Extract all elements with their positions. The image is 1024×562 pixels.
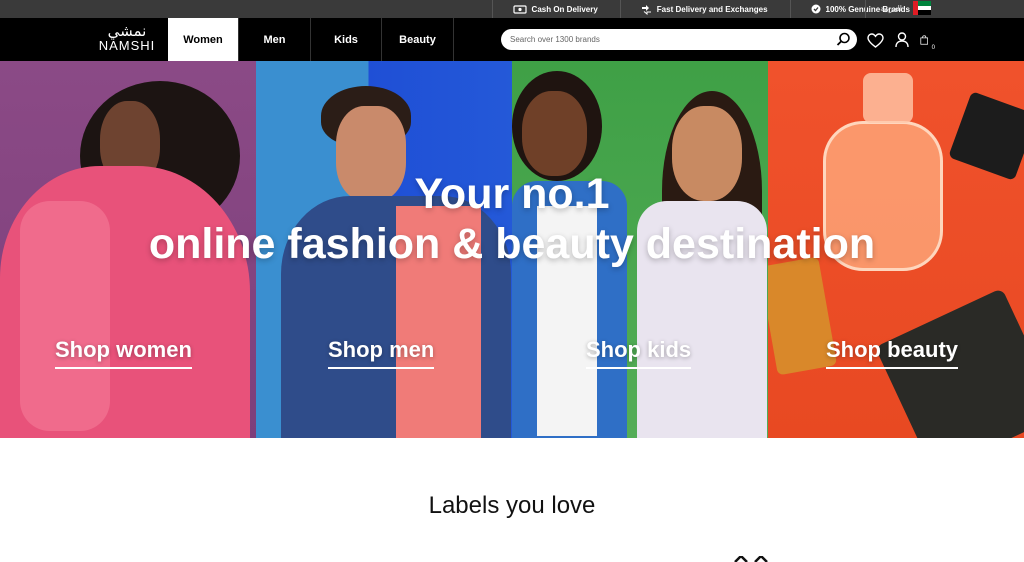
main-header: نمشي NAMSHI Women Men Kids Beauty 0 bbox=[0, 18, 1024, 61]
hero-banner: Your no.1 online fashion & beauty destin… bbox=[0, 61, 1024, 438]
brand-logo-peek bbox=[734, 556, 768, 562]
logo-english: NAMSHI bbox=[98, 38, 156, 53]
shop-kids-link[interactable]: Shop kids bbox=[586, 337, 692, 369]
cash-icon bbox=[512, 4, 527, 14]
cash-on-delivery-label: Cash On Delivery bbox=[531, 4, 598, 14]
search-box bbox=[501, 29, 857, 50]
shop-men-link[interactable]: Shop men bbox=[328, 337, 435, 369]
cart-count: 0 bbox=[931, 45, 935, 51]
language-switch[interactable]: العربية bbox=[865, 0, 902, 18]
search-icon[interactable] bbox=[836, 32, 851, 47]
logo-arabic: نمشي bbox=[107, 22, 147, 40]
user-icon[interactable] bbox=[893, 31, 911, 49]
hero-title-line1: Your no.1 bbox=[414, 170, 610, 218]
bag-icon[interactable]: 0 bbox=[920, 31, 938, 51]
tab-kids[interactable]: Kids bbox=[311, 18, 382, 61]
utility-bar: Cash On Delivery Fast Delivery and Excha… bbox=[0, 0, 1024, 18]
hero-title-line2: online fashion & beauty destination bbox=[148, 220, 876, 268]
header-icons: 0 bbox=[866, 30, 938, 51]
cash-on-delivery-item: Cash On Delivery bbox=[491, 0, 620, 18]
tab-women[interactable]: Women bbox=[168, 18, 239, 61]
shop-beauty-link[interactable]: Shop beauty bbox=[826, 337, 959, 369]
fast-delivery-label: Fast Delivery and Exchanges bbox=[656, 4, 768, 14]
hero-title: Your no.1 online fashion & beauty destin… bbox=[0, 169, 1024, 269]
uae-flag-icon[interactable] bbox=[913, 1, 931, 16]
fast-delivery-item: Fast Delivery and Exchanges bbox=[619, 0, 790, 18]
department-tabs: Women Men Kids Beauty bbox=[168, 18, 454, 61]
tab-beauty[interactable]: Beauty bbox=[382, 18, 454, 61]
delivery-icon bbox=[641, 4, 651, 15]
shop-women-link[interactable]: Shop women bbox=[55, 337, 192, 369]
namshi-logo[interactable]: نمشي NAMSHI bbox=[97, 23, 157, 57]
tab-men[interactable]: Men bbox=[239, 18, 311, 61]
check-badge-icon bbox=[811, 4, 821, 14]
search-input[interactable] bbox=[510, 32, 830, 47]
genuine-brands-item: 100% Genuine Brands bbox=[789, 0, 932, 18]
section-title: Labels you love bbox=[428, 492, 596, 519]
heart-icon[interactable] bbox=[866, 31, 884, 49]
